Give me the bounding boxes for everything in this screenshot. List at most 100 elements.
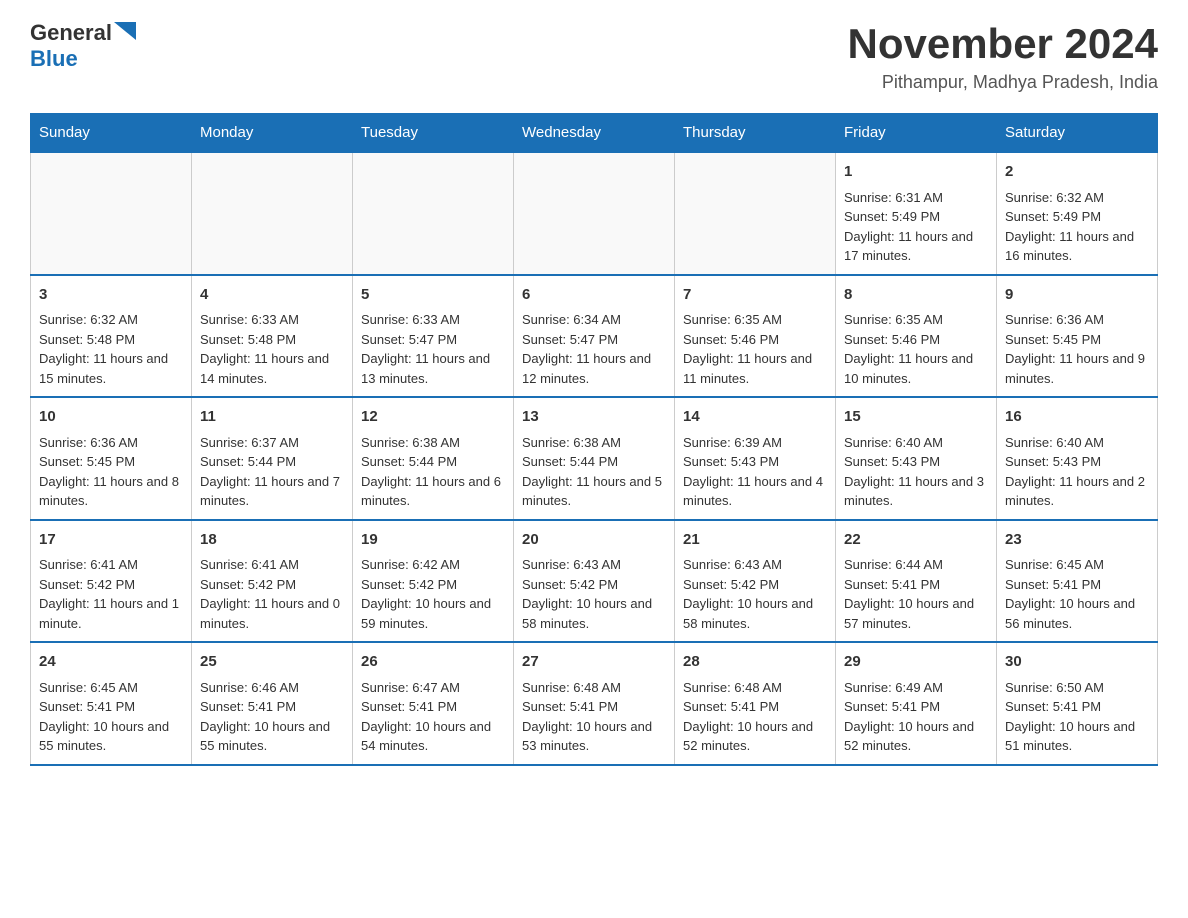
day-info: Sunrise: 6:46 AM <box>200 678 344 698</box>
calendar-week-row: 3Sunrise: 6:32 AMSunset: 5:48 PMDaylight… <box>31 275 1158 398</box>
day-info: Daylight: 10 hours and 55 minutes. <box>39 717 183 756</box>
day-number: 25 <box>200 651 344 674</box>
calendar-cell <box>353 152 514 275</box>
calendar-cell: 3Sunrise: 6:32 AMSunset: 5:48 PMDaylight… <box>31 275 192 398</box>
calendar-week-row: 24Sunrise: 6:45 AMSunset: 5:41 PMDayligh… <box>31 642 1158 765</box>
calendar-cell: 4Sunrise: 6:33 AMSunset: 5:48 PMDaylight… <box>192 275 353 398</box>
day-info: Sunrise: 6:49 AM <box>844 678 988 698</box>
day-info: Daylight: 11 hours and 11 minutes. <box>683 349 827 388</box>
day-info: Sunset: 5:44 PM <box>200 452 344 472</box>
day-number: 4 <box>200 284 344 307</box>
day-info: Sunrise: 6:34 AM <box>522 310 666 330</box>
calendar-cell <box>192 152 353 275</box>
day-number: 30 <box>1005 651 1149 674</box>
day-info: Daylight: 10 hours and 51 minutes. <box>1005 717 1149 756</box>
day-info: Sunrise: 6:47 AM <box>361 678 505 698</box>
day-number: 19 <box>361 529 505 552</box>
day-info: Daylight: 11 hours and 0 minutes. <box>200 594 344 633</box>
day-number: 15 <box>844 406 988 429</box>
day-info: Daylight: 11 hours and 17 minutes. <box>844 227 988 266</box>
day-info: Daylight: 10 hours and 58 minutes. <box>522 594 666 633</box>
day-number: 18 <box>200 529 344 552</box>
calendar-cell: 28Sunrise: 6:48 AMSunset: 5:41 PMDayligh… <box>675 642 836 765</box>
logo-blue: Blue <box>30 46 78 71</box>
calendar-table: SundayMondayTuesdayWednesdayThursdayFrid… <box>30 113 1158 766</box>
day-info: Sunset: 5:48 PM <box>200 330 344 350</box>
day-number: 29 <box>844 651 988 674</box>
day-info: Sunrise: 6:31 AM <box>844 188 988 208</box>
day-number: 8 <box>844 284 988 307</box>
day-info: Daylight: 10 hours and 54 minutes. <box>361 717 505 756</box>
day-header-wednesday: Wednesday <box>514 114 675 153</box>
day-info: Sunset: 5:41 PM <box>522 697 666 717</box>
day-info: Sunset: 5:42 PM <box>361 575 505 595</box>
day-info: Sunset: 5:41 PM <box>1005 697 1149 717</box>
day-info: Sunrise: 6:41 AM <box>39 555 183 575</box>
calendar-cell: 26 Sunrise: 6:47 AMSunset: 5:41 PMDayligh… <box>353 642 514 765</box>
day-info: Sunrise: 6:36 AM <box>1005 310 1149 330</box>
day-info: Sunset: 5:41 PM <box>39 697 183 717</box>
calendar-cell: 12Sunrise: 6:38 AMSunset: 5:44 PMDayligh… <box>353 397 514 520</box>
day-info: Daylight: 10 hours and 52 minutes. <box>844 717 988 756</box>
day-info: Sunset: 5:41 PM <box>361 697 505 717</box>
day-number: 2 <box>1005 161 1149 184</box>
day-number: 5 <box>361 284 505 307</box>
day-info: Daylight: 11 hours and 5 minutes. <box>522 472 666 511</box>
day-info: Daylight: 11 hours and 7 minutes. <box>200 472 344 511</box>
day-info: Sunset: 5:46 PM <box>844 330 988 350</box>
day-info: Sunset: 5:49 PM <box>1005 207 1149 227</box>
day-number: 14 <box>683 406 827 429</box>
day-info: Sunrise: 6:45 AM <box>39 678 183 698</box>
day-info: Daylight: 11 hours and 14 minutes. <box>200 349 344 388</box>
day-info: Daylight: 10 hours and 52 minutes. <box>683 717 827 756</box>
day-number: 17 <box>39 529 183 552</box>
logo-triangle-icon <box>114 22 136 40</box>
day-info: Sunset: 5:41 PM <box>683 697 827 717</box>
calendar-cell: 20 Sunrise: 6:43 AMSunset: 5:42 PMDayligh… <box>514 520 675 643</box>
day-info: Sunset: 5:42 PM <box>522 575 666 595</box>
day-number: 11 <box>200 406 344 429</box>
calendar-cell: 8Sunrise: 6:35 AMSunset: 5:46 PMDaylight… <box>836 275 997 398</box>
calendar-cell <box>514 152 675 275</box>
day-info: Sunset: 5:49 PM <box>844 207 988 227</box>
day-number: 9 <box>1005 284 1149 307</box>
calendar-cell: 10Sunrise: 6:36 AMSunset: 5:45 PMDayligh… <box>31 397 192 520</box>
day-info: Daylight: 11 hours and 2 minutes. <box>1005 472 1149 511</box>
day-header-sunday: Sunday <box>31 114 192 153</box>
calendar-cell: 9Sunrise: 6:36 AMSunset: 5:45 PMDaylight… <box>997 275 1158 398</box>
day-info: Sunset: 5:43 PM <box>683 452 827 472</box>
day-header-saturday: Saturday <box>997 114 1158 153</box>
day-info: Sunrise: 6:38 AM <box>361 433 505 453</box>
calendar-cell: 13Sunrise: 6:38 AMSunset: 5:44 PMDayligh… <box>514 397 675 520</box>
month-title: November 2024 <box>847 20 1158 68</box>
day-info: Sunset: 5:44 PM <box>522 452 666 472</box>
calendar-cell: 2Sunrise: 6:32 AMSunset: 5:49 PMDaylight… <box>997 152 1158 275</box>
day-info: Sunset: 5:43 PM <box>1005 452 1149 472</box>
day-number: 27 <box>522 651 666 674</box>
day-info: Daylight: 11 hours and 9 minutes. <box>1005 349 1149 388</box>
day-number: 16 <box>1005 406 1149 429</box>
day-info: Daylight: 10 hours and 53 minutes. <box>522 717 666 756</box>
day-info: Sunset: 5:45 PM <box>39 452 183 472</box>
day-number: 12 <box>361 406 505 429</box>
day-info: Daylight: 11 hours and 1 minute. <box>39 594 183 633</box>
calendar-week-row: 17Sunrise: 6:41 AMSunset: 5:42 PMDayligh… <box>31 520 1158 643</box>
day-number: 7 <box>683 284 827 307</box>
title-section: November 2024 Pithampur, Madhya Pradesh,… <box>847 20 1158 93</box>
day-number: 13 <box>522 406 666 429</box>
day-info: Daylight: 11 hours and 3 minutes. <box>844 472 988 511</box>
calendar-cell: 19 Sunrise: 6:42 AMSunset: 5:42 PMDayligh… <box>353 520 514 643</box>
page-header: General Blue November 2024 Pithampur, Ma… <box>30 20 1158 93</box>
day-info: Sunset: 5:48 PM <box>39 330 183 350</box>
day-number: 20 <box>522 529 666 552</box>
calendar-cell: 29Sunrise: 6:49 AMSunset: 5:41 PMDayligh… <box>836 642 997 765</box>
day-number: 26 <box>361 651 505 674</box>
day-info: Daylight: 10 hours and 59 minutes. <box>361 594 505 633</box>
day-info: Daylight: 10 hours and 57 minutes. <box>844 594 988 633</box>
day-info: Sunrise: 6:43 AM <box>522 555 666 575</box>
day-info: Daylight: 10 hours and 56 minutes. <box>1005 594 1149 633</box>
day-info: Sunrise: 6:36 AM <box>39 433 183 453</box>
logo-general: General <box>30 20 112 46</box>
calendar-cell: 17Sunrise: 6:41 AMSunset: 5:42 PMDayligh… <box>31 520 192 643</box>
day-info: Sunrise: 6:42 AM <box>361 555 505 575</box>
